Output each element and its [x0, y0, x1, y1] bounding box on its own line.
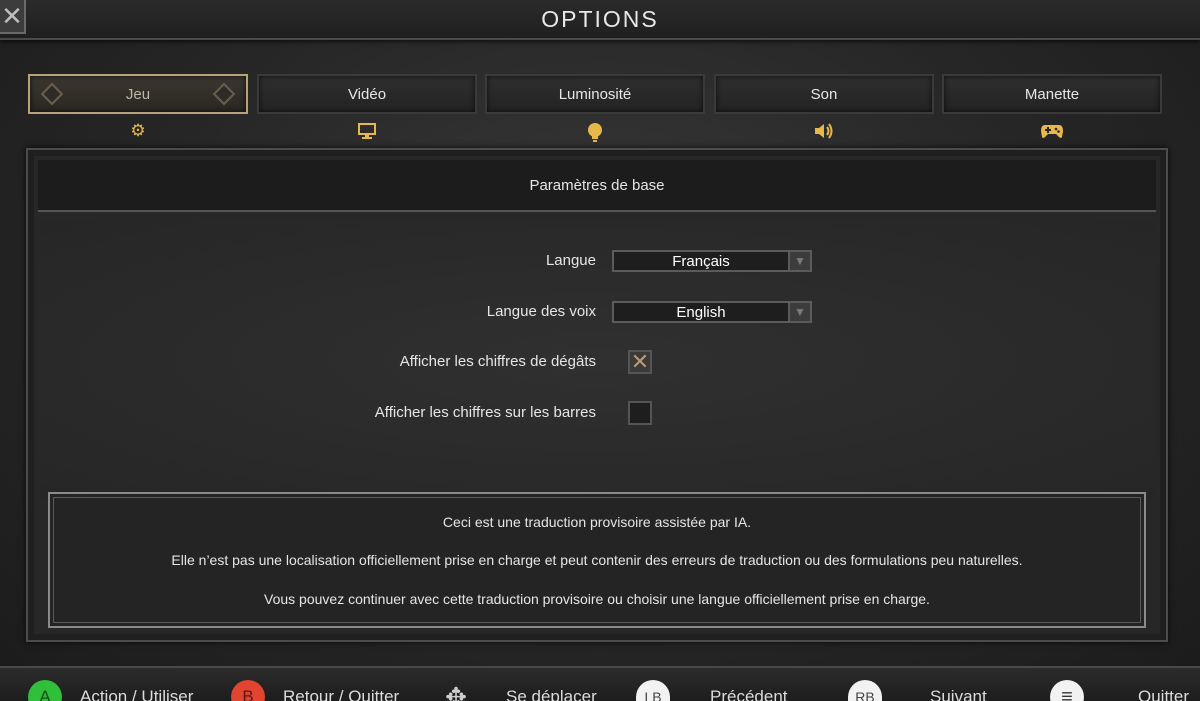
hint-action[interactable]: A Action / Utiliser: [28, 680, 193, 701]
hint-label: Action / Utiliser: [80, 687, 194, 701]
hint-previous[interactable]: LB Précédent: [636, 680, 788, 701]
controller-hints-bar: A Action / Utiliser B Retour / Quitter ✥…: [0, 666, 1200, 701]
tab-bar: Jeu ⚙ Vidéo Luminosité Son Manette: [28, 74, 1162, 144]
tab-jeu[interactable]: Jeu: [28, 74, 248, 114]
language-select[interactable]: Français ▼: [612, 250, 812, 272]
tab-label: Jeu: [125, 85, 151, 103]
hint-back[interactable]: B Retour / Quitter: [231, 680, 399, 701]
lightbulb-icon: [485, 122, 705, 146]
check-cross-icon: ✕: [630, 349, 650, 374]
language-label: Langue: [545, 252, 596, 269]
bar-numbers-checkbox[interactable]: [628, 401, 652, 425]
top-bar: ✕ OPTIONS: [0, 0, 1200, 40]
menu-icon: ≡: [1050, 680, 1084, 701]
diamond-ornament-icon: [40, 82, 64, 106]
language-value: Français: [672, 252, 730, 270]
hint-label: Retour / Quitter: [283, 687, 400, 701]
hint-move[interactable]: ✥ Se déplacer: [442, 680, 597, 701]
monitor-icon: [257, 122, 477, 144]
hint-label: Quitter: [1138, 687, 1190, 701]
hint-label: Précédent: [710, 687, 788, 701]
notice-line: Vous pouvez continuer avec cette traduct…: [264, 591, 930, 607]
notice-line: Elle n’est pas une localisation officiel…: [171, 552, 1023, 568]
tab-label: Son: [810, 85, 838, 103]
tab-son[interactable]: Son: [714, 74, 934, 114]
chevron-down-icon: ▼: [788, 252, 810, 270]
gamepad-icon: [942, 122, 1162, 144]
dpad-icon: ✥: [445, 681, 467, 701]
tab-label: Manette: [1024, 85, 1080, 103]
options-panel: Paramètres de base Langue Français ▼ Lan…: [26, 148, 1168, 642]
tab-label: Luminosité: [558, 85, 632, 103]
button-lb-icon: LB: [636, 680, 670, 701]
tab-label: Vidéo: [347, 85, 387, 103]
button-rb-icon: RB: [848, 680, 882, 701]
hint-label: Suivant: [930, 687, 987, 701]
voice-language-value: English: [676, 303, 726, 321]
chevron-down-icon: ▼: [788, 303, 810, 321]
tab-luminosite[interactable]: Luminosité: [485, 74, 705, 114]
hint-label: Se déplacer: [506, 687, 597, 701]
speaker-icon: [714, 122, 934, 144]
gear-icon: ⚙: [130, 121, 146, 140]
button-a-icon: A: [28, 680, 62, 701]
voice-language-label: Langue des voix: [486, 303, 596, 320]
page-title: OPTIONS: [541, 6, 659, 32]
hint-next[interactable]: RB Suivant: [848, 680, 987, 701]
notice-line: Ceci est une traduction provisoire assis…: [442, 514, 752, 530]
settings-list: Langue Français ▼ Langue des voix Englis…: [38, 220, 1156, 500]
button-b-icon: B: [231, 680, 265, 701]
bar-numbers-label: Afficher les chiffres sur les barres: [374, 404, 596, 421]
translation-notice: Ceci est une traduction provisoire assis…: [48, 492, 1146, 628]
voice-language-select[interactable]: English ▼: [612, 301, 812, 323]
hint-quit[interactable]: ≡ Quitter: [1050, 680, 1189, 701]
damage-numbers-checkbox[interactable]: ✕: [628, 350, 652, 374]
tab-video[interactable]: Vidéo: [257, 74, 477, 114]
section-title: Paramètres de base: [38, 160, 1156, 212]
damage-numbers-label: Afficher les chiffres de dégâts: [399, 353, 596, 370]
diamond-ornament-icon: [212, 82, 236, 106]
tab-manette[interactable]: Manette: [942, 74, 1162, 114]
